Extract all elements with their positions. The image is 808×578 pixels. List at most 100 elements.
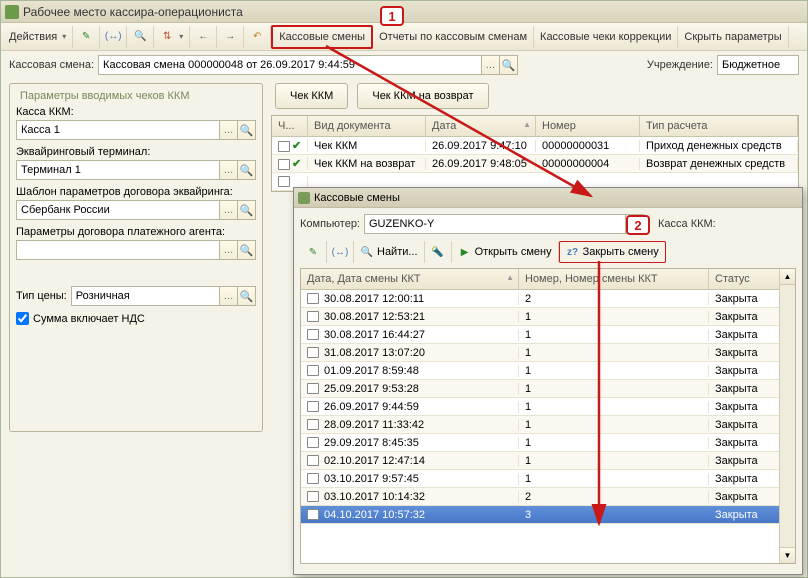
- edit-icon[interactable]: ✎: [300, 241, 327, 263]
- doc-icon: [307, 365, 319, 376]
- table-row[interactable]: 03.10.2017 9:57:451Закрыта: [301, 470, 795, 488]
- select-btn-icon[interactable]: …: [220, 120, 238, 140]
- session-row: Кассовая смена: Кассовая смена 000000048…: [1, 51, 807, 79]
- cell-date: 26.09.2017 9:48:05: [426, 158, 536, 170]
- select-btn-icon[interactable]: …: [220, 286, 238, 306]
- table-row[interactable]: 31.08.2017 13:07:201Закрыта: [301, 344, 795, 362]
- session-field[interactable]: Кассовая смена 000000048 от 26.09.2017 9…: [98, 55, 482, 75]
- col-status[interactable]: Статус: [709, 269, 789, 289]
- table-row[interactable]: 03.10.2017 10:14:322Закрыта: [301, 488, 795, 506]
- tab-correction-checks[interactable]: Кассовые чеки коррекции: [534, 26, 678, 48]
- scroll-up-icon[interactable]: ▲: [780, 269, 795, 285]
- select-btn-icon[interactable]: …: [482, 55, 500, 75]
- table-row[interactable]: 30.08.2017 12:53:211Закрыта: [301, 308, 795, 326]
- scroll-down-icon[interactable]: ▼: [780, 547, 795, 563]
- cell-shift-date: 30.08.2017 12:00:11: [301, 293, 519, 305]
- col-date[interactable]: Дата▲: [426, 116, 536, 136]
- cell-shift-date: 28.09.2017 11:33:42: [301, 419, 519, 431]
- table-row[interactable]: 30.08.2017 12:00:112Закрыта: [301, 290, 795, 308]
- agent-field[interactable]: [16, 240, 220, 260]
- template-field[interactable]: Сбербанк России: [16, 200, 220, 220]
- modal-title: Кассовые смены: [314, 192, 400, 204]
- clear-find-icon[interactable]: 🔦: [425, 241, 452, 263]
- nav-back-icon[interactable]: ←: [190, 26, 217, 48]
- cell-shift-num: 1: [519, 401, 709, 413]
- actions-menu[interactable]: Действия▾: [3, 26, 73, 48]
- magnifier-icon[interactable]: 🔍: [238, 286, 256, 306]
- col-doctype[interactable]: Вид документа: [308, 116, 426, 136]
- cell-status: Закрыта: [709, 473, 789, 485]
- table-row[interactable]: 01.09.2017 8:59:481Закрыта: [301, 362, 795, 380]
- price-field[interactable]: Розничная: [71, 286, 220, 306]
- magnifier-icon[interactable]: 🔍: [238, 240, 256, 260]
- checks-grid[interactable]: Ч... Вид документа Дата▲ Номер Тип расче…: [271, 115, 799, 192]
- doc-icon: [307, 455, 319, 466]
- table-row[interactable]: 04.10.2017 10:57:323Закрыта: [301, 506, 795, 524]
- nav-fwd-icon[interactable]: →: [217, 26, 244, 48]
- vat-checkbox[interactable]: [16, 312, 29, 325]
- app-icon: [5, 5, 19, 19]
- table-row[interactable]: ✔Чек ККМ26.09.2017 9:47:1000000000031При…: [272, 137, 798, 155]
- tab-cash-sessions[interactable]: Кассовые смены: [271, 25, 373, 49]
- find-icon[interactable]: 🔍: [127, 26, 154, 48]
- filter-icon[interactable]: ⇅▾: [154, 26, 190, 48]
- computer-field[interactable]: GUZENKO-Y: [364, 214, 626, 234]
- tab-cash-reports[interactable]: Отчеты по кассовым сменам: [373, 26, 534, 48]
- select-btn-icon[interactable]: …: [220, 160, 238, 180]
- scrollbar[interactable]: ▲ ▼: [779, 269, 795, 563]
- doc-icon: [307, 437, 319, 448]
- tab-hide-params[interactable]: Скрыть параметры: [678, 26, 788, 48]
- undo-icon[interactable]: ↶: [244, 26, 271, 48]
- cell-shift-date: 01.09.2017 8:59:48: [301, 365, 519, 377]
- table-row[interactable]: 26.09.2017 9:44:591Закрыта: [301, 398, 795, 416]
- table-row[interactable]: 29.09.2017 8:45:351Закрыта: [301, 434, 795, 452]
- table-row[interactable]: 02.10.2017 12:47:141Закрыта: [301, 452, 795, 470]
- refresh-icon[interactable]: (↔): [327, 241, 354, 263]
- magnifier-icon[interactable]: 🔍: [500, 55, 518, 75]
- col-shift-num[interactable]: Номер, Номер смены ККТ: [519, 269, 709, 289]
- col-mark[interactable]: Ч...: [272, 116, 308, 136]
- sessions-grid[interactable]: Дата, Дата смены ККТ▲ Номер, Номер смены…: [300, 268, 796, 564]
- table-row[interactable]: 28.09.2017 11:33:421Закрыта: [301, 416, 795, 434]
- cell-shift-num: 1: [519, 329, 709, 341]
- return-button[interactable]: Чек ККМ на возврат: [357, 83, 488, 109]
- refresh-icon[interactable]: (↔): [100, 26, 127, 48]
- magnifier-icon[interactable]: 🔍: [238, 120, 256, 140]
- cell-status: Закрыта: [709, 347, 789, 359]
- institution-field[interactable]: Бюджетное: [717, 55, 799, 75]
- table-row[interactable]: 30.08.2017 16:44:271Закрыта: [301, 326, 795, 344]
- sessions-modal: Кассовые смены Компьютер: GUZENKO-Y × Ка…: [293, 187, 803, 575]
- magnifier-icon[interactable]: 🔍: [238, 160, 256, 180]
- main-window: Рабочее место кассира-операциониста 1 Де…: [0, 0, 808, 578]
- grid-header: Ч... Вид документа Дата▲ Номер Тип расче…: [272, 116, 798, 137]
- modal-title-bar[interactable]: Кассовые смены: [294, 188, 802, 208]
- main-toolbar: Действия▾ ✎ (↔) 🔍 ⇅▾ ← → ↶ Кассовые смен…: [1, 23, 807, 51]
- doc-icon: [278, 159, 290, 170]
- open-shift-button[interactable]: ▶Открыть смену: [452, 241, 559, 263]
- cell-shift-num: 2: [519, 491, 709, 503]
- select-btn-icon[interactable]: …: [220, 240, 238, 260]
- cell-shift-date: 02.10.2017 12:47:14: [301, 455, 519, 467]
- find-button[interactable]: 🔍Найти...: [354, 241, 425, 263]
- cell-number: 00000000004: [536, 158, 640, 170]
- cell-shift-num: 3: [519, 509, 709, 521]
- table-row[interactable]: ✔Чек ККМ на возврат26.09.2017 9:48:05000…: [272, 155, 798, 173]
- acquiring-field[interactable]: Терминал 1: [16, 160, 220, 180]
- table-row[interactable]: 25.09.2017 9:53:281Закрыта: [301, 380, 795, 398]
- select-btn-icon[interactable]: …: [220, 200, 238, 220]
- col-calctype[interactable]: Тип расчета: [640, 116, 798, 136]
- cell-status: Закрыта: [709, 509, 789, 521]
- col-shift-date[interactable]: Дата, Дата смены ККТ▲: [301, 269, 519, 289]
- cell-status: Закрыта: [709, 419, 789, 431]
- magnifier-icon[interactable]: 🔍: [238, 200, 256, 220]
- window-icon: [298, 192, 310, 204]
- kassa-field[interactable]: Касса 1: [16, 120, 220, 140]
- col-number[interactable]: Номер: [536, 116, 640, 136]
- receipt-button[interactable]: Чек ККМ: [275, 83, 348, 109]
- edit-icon[interactable]: ✎: [73, 26, 100, 48]
- title-bar: Рабочее место кассира-операциониста: [1, 1, 807, 23]
- computer-label: Компьютер:: [300, 218, 360, 230]
- close-shift-button[interactable]: z?Закрыть смену: [559, 241, 666, 263]
- chevron-down-icon: ▾: [62, 32, 66, 41]
- cell-shift-num: 1: [519, 437, 709, 449]
